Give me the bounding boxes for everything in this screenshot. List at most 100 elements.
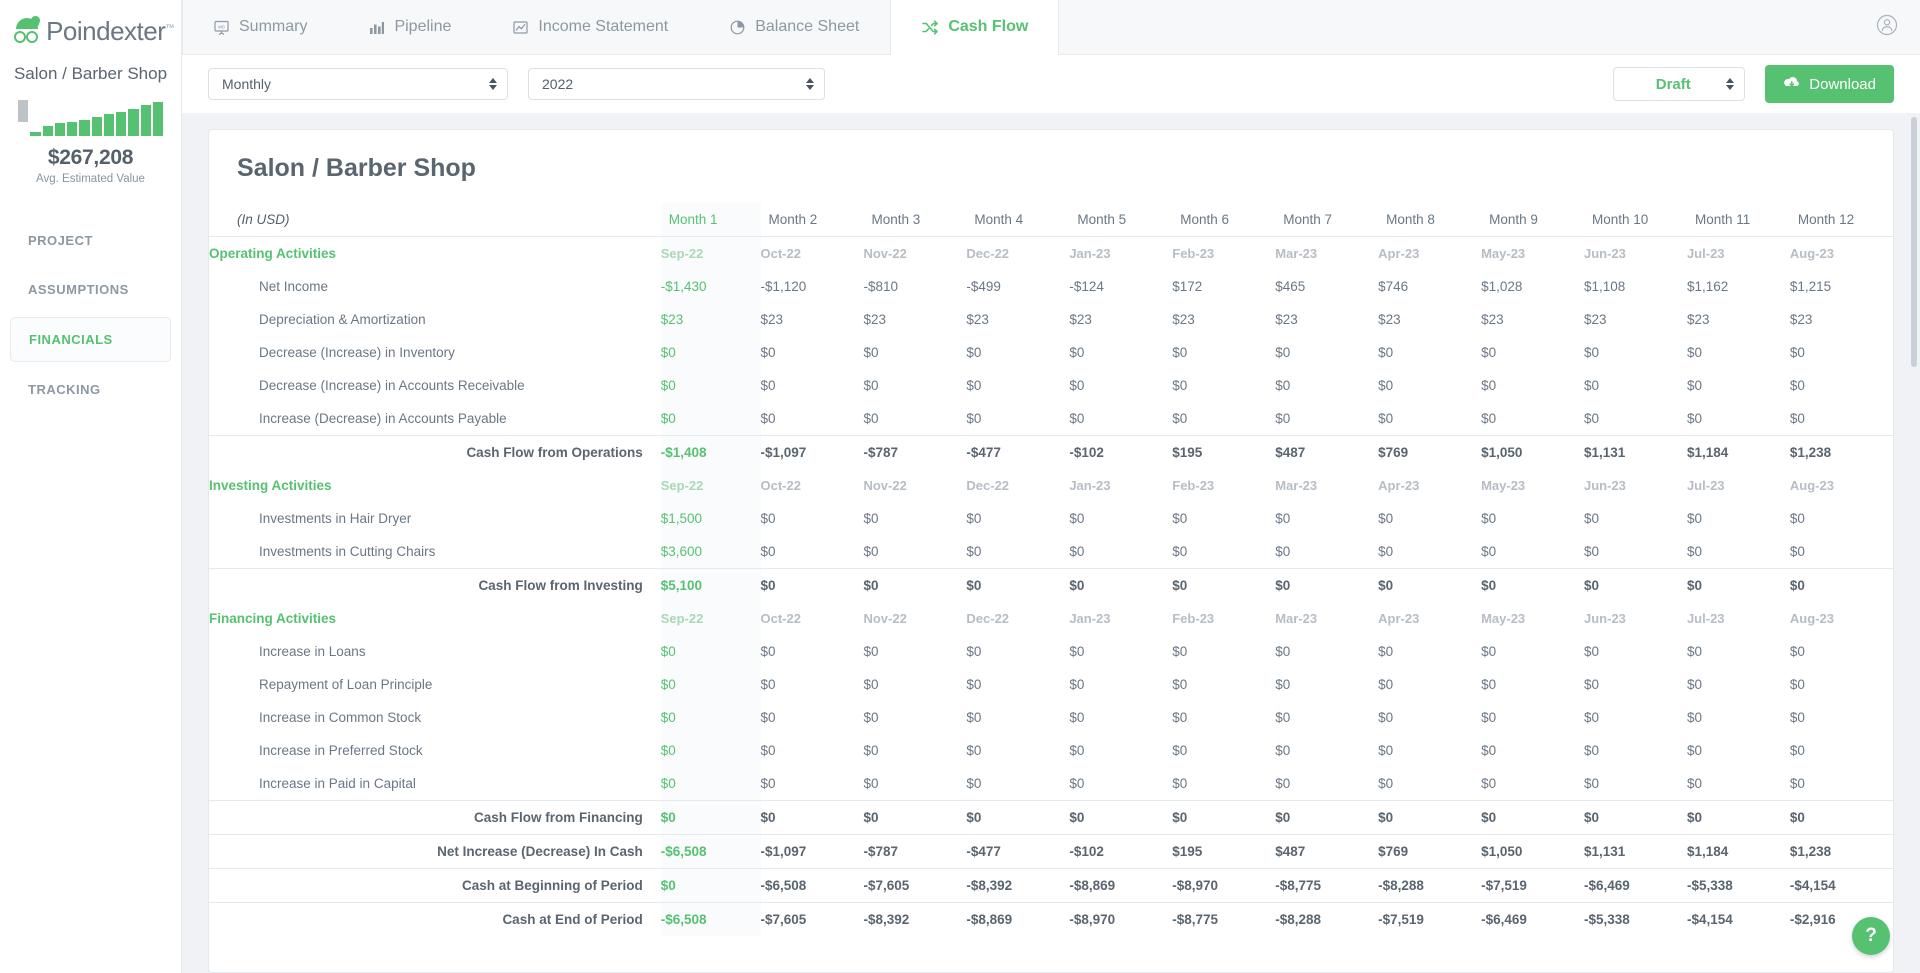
period-select[interactable]: Monthly [208, 68, 508, 100]
table-row: Cash at End of Period -$6,508 -$7,605 -$8,3… [209, 902, 1893, 936]
cell-value: Sep-22 [660, 602, 761, 635]
cell-value: $0 [1686, 511, 1702, 526]
scrollbar-thumb[interactable] [1911, 117, 1917, 367]
row-label: Net Income [259, 279, 329, 294]
cell-value: May-23 [1481, 246, 1526, 261]
cell-value: $0 [660, 402, 761, 436]
column-header-month-6[interactable]: Month 6 [1172, 203, 1276, 237]
download-button[interactable]: Download [1765, 65, 1894, 103]
logo-wordmark: Poindexter™ [46, 16, 174, 47]
column-header-month-11[interactable]: Month 11 [1686, 203, 1790, 237]
cell-value: $0 [1481, 568, 1585, 602]
cell-value: $0 [1789, 776, 1805, 791]
cell-value: -$6,469 [1584, 868, 1687, 903]
cell-value: $0 [863, 511, 879, 526]
sparkline-bar [103, 114, 114, 136]
cell-value: $1,184 [1686, 834, 1790, 869]
cell-value: -$8,775 [1275, 868, 1379, 903]
app-logo[interactable]: Poindexter™ [0, 10, 181, 52]
tab-cash-flow[interactable]: Cash Flow [890, 0, 1060, 55]
table-row: Net Income -$1,430 -$1,120 -$810 -$499 -$124 $… [209, 270, 1893, 303]
cell-value: $0 [1686, 800, 1790, 835]
table-row: Decrease (Increase) in Accounts Receivab… [209, 369, 1893, 402]
cell-value: $0 [1275, 544, 1291, 559]
cell-value: -$6,508 [760, 868, 864, 903]
cell-value: $0 [966, 568, 1070, 602]
cell-value: $195 [1172, 435, 1276, 469]
sidebar-item-financials[interactable]: FINANCIALS [10, 317, 171, 362]
cell-value: $0 [1686, 544, 1702, 559]
cell-value: $0 [1275, 345, 1291, 360]
cell-value: $465 [1275, 279, 1306, 294]
column-header-month-4[interactable]: Month 4 [966, 203, 1070, 237]
year-select[interactable]: 2022 [528, 68, 825, 100]
cell-value: $0 [1275, 511, 1291, 526]
vertical-scrollbar[interactable] [1910, 113, 1918, 973]
cell-value: $0 [863, 345, 879, 360]
cell-value: $0 [1069, 411, 1085, 426]
tab-balance-sheet[interactable]: Balance Sheet [699, 0, 890, 54]
cell-value: $0 [863, 677, 879, 692]
cash-flow-card: Salon / Barber Shop (In USD) Month 1 Mont… [208, 129, 1894, 973]
cell-value: $0 [1686, 710, 1702, 725]
column-header-month-1[interactable]: Month 1 [660, 203, 761, 237]
row-label: Cash at End of Period [209, 902, 661, 936]
cell-value: Apr-23 [1378, 478, 1420, 493]
column-header-month-12[interactable]: Month 12 [1789, 203, 1893, 237]
cell-value: $0 [966, 411, 982, 426]
report-control-bar: Monthly 2022 Draft Download [182, 55, 1920, 113]
cell-value: $0 [966, 544, 982, 559]
sidebar-item-project[interactable]: PROJECT [10, 219, 171, 262]
tab-summary[interactable]: wo Summary [182, 0, 338, 54]
cell-value: Nov-22 [863, 611, 907, 626]
cell-value: $0 [1069, 511, 1085, 526]
table-row: Cash Flow from Investing $5,100 $0 $0 $0 $0 $0… [209, 568, 1893, 602]
cell-value: $0 [1789, 800, 1893, 835]
year-select-value: 2022 [542, 76, 574, 92]
cell-value: $0 [760, 544, 776, 559]
cell-value: Jun-23 [1584, 246, 1626, 261]
cell-value: -$8,869 [966, 902, 1070, 936]
table-row: Increase (Decrease) in Accounts Payable $… [209, 402, 1893, 436]
cell-value: $0 [1584, 644, 1600, 659]
column-header-month-10[interactable]: Month 10 [1584, 203, 1687, 237]
cell-value: -$5,338 [1686, 868, 1790, 903]
cell-value: $0 [760, 743, 776, 758]
cell-value: $0 [966, 644, 982, 659]
table-row: Cash Flow from Operations -$1,408 -$1,097-… [209, 435, 1893, 469]
column-header-month-7[interactable]: Month 7 [1275, 203, 1379, 237]
help-button[interactable]: ? [1852, 917, 1890, 955]
cell-value: -$1,120 [760, 279, 807, 294]
cell-value: $23 [1481, 312, 1504, 327]
sidebar-item-assumptions[interactable]: ASSUMPTIONS [10, 268, 171, 311]
cell-value: Mar-23 [1275, 611, 1318, 626]
table-row: Net Increase (Decrease) In Cash -$6,508 -$… [209, 834, 1893, 869]
cell-value: -$7,605 [863, 868, 967, 903]
cell-value: $0 [1275, 710, 1291, 725]
cell-value: -$6,508 [660, 902, 761, 936]
cell-value: $0 [1378, 345, 1394, 360]
sidebar-item-tracking[interactable]: TRACKING [10, 368, 171, 411]
table-header-row: (In USD) Month 1 Month 2 Month 3 Month 4 Mon… [209, 203, 1893, 237]
cell-value: $0 [660, 668, 761, 701]
cell-value: Jan-23 [1069, 246, 1111, 261]
cell-value: -$810 [863, 279, 898, 294]
column-header-month-8[interactable]: Month 8 [1378, 203, 1482, 237]
column-header-month-2[interactable]: Month 2 [760, 203, 864, 237]
account-button[interactable] [1854, 0, 1920, 54]
cell-value: $5,100 [660, 568, 761, 602]
cell-value: $1,238 [1789, 435, 1893, 469]
cell-value: -$1,430 [660, 270, 761, 303]
column-header-month-3[interactable]: Month 3 [863, 203, 967, 237]
cell-value: $1,028 [1481, 279, 1523, 294]
tab-income-statement[interactable]: Income Statement [482, 0, 699, 54]
cell-value: $0 [1789, 511, 1805, 526]
tab-pipeline[interactable]: Pipeline [338, 0, 482, 54]
table-row: Investing Activities Sep-22 Oct-22 Nov-22 De… [209, 469, 1893, 502]
column-header-month-9[interactable]: Month 9 [1481, 203, 1585, 237]
row-label: Increase in Preferred Stock [259, 743, 423, 758]
cell-value: $0 [863, 800, 967, 835]
valuation-label: Avg. Estimated Value [36, 173, 145, 185]
column-header-month-5[interactable]: Month 5 [1069, 203, 1173, 237]
status-select[interactable]: Draft [1613, 67, 1746, 101]
